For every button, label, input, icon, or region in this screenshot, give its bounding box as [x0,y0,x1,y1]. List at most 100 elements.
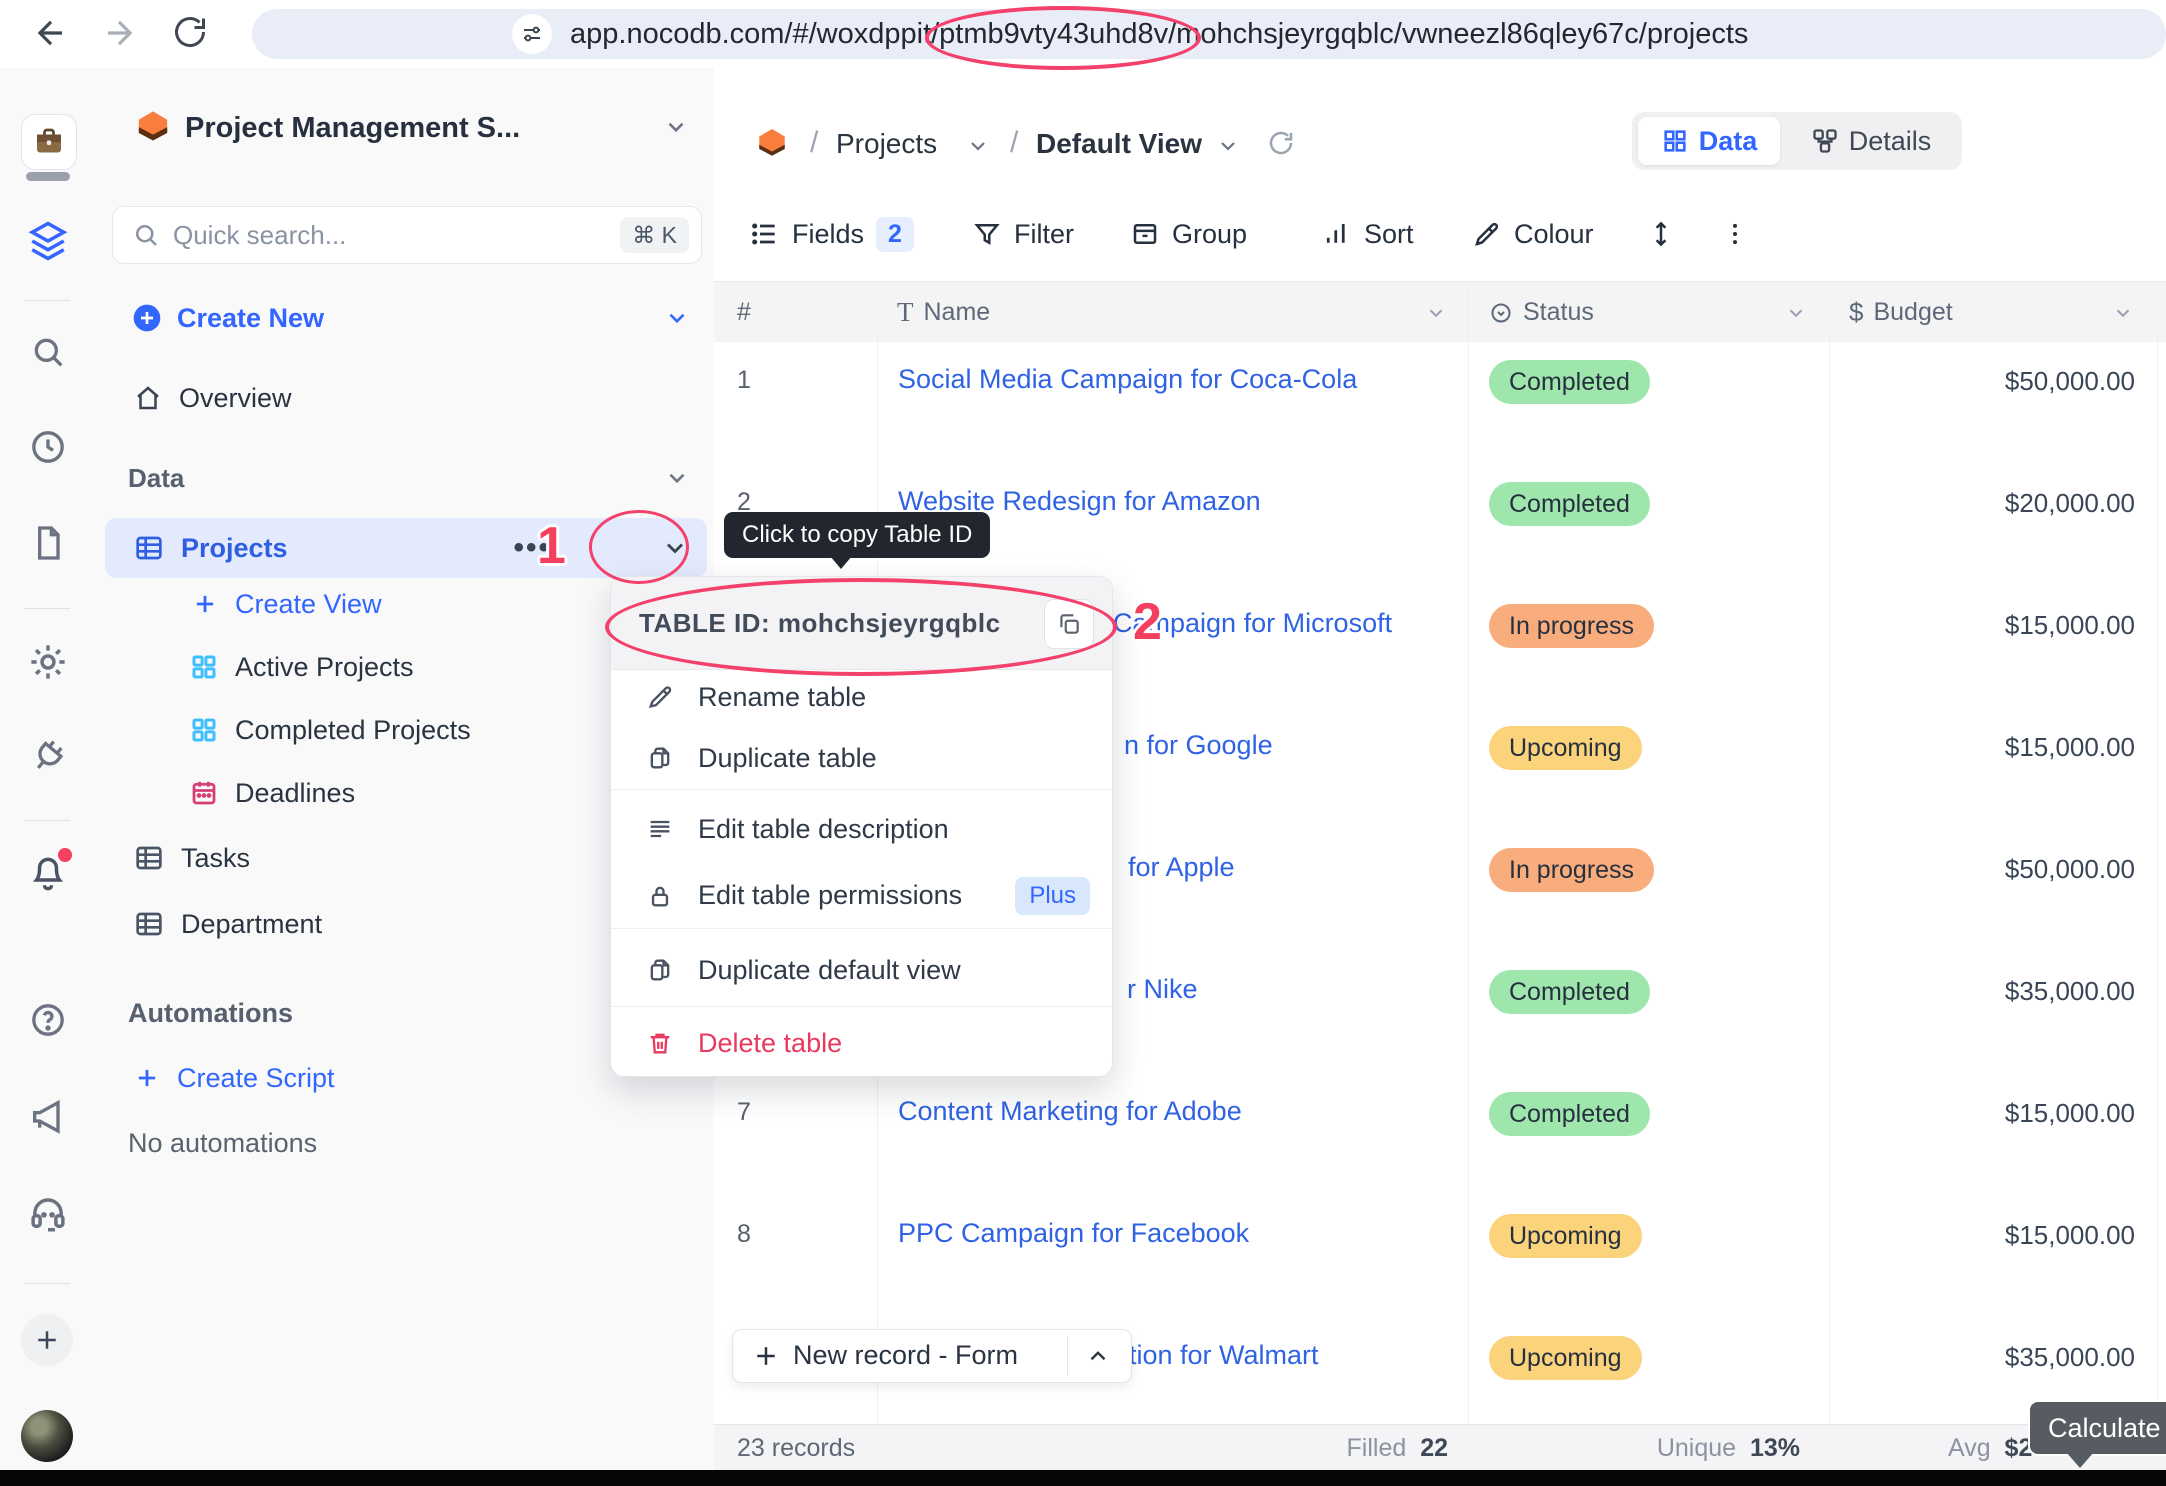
reload-icon[interactable] [172,14,208,50]
colour-button[interactable]: Colour [1472,187,1594,281]
no-automations-text: No automations [95,1115,714,1171]
fields-button[interactable]: Fields 2 [748,187,914,281]
calculate-tooltip-arrow [2066,1452,2094,1468]
view-toolbar: Fields 2 Filter Group Sort Colour [714,187,2166,282]
column-header-name[interactable]: T Name [897,282,1477,343]
cell-name[interactable]: Social Media Campaign for Coca-Cola [898,364,1357,395]
view-label: Deadlines [235,778,355,809]
cell-name[interactable]: tion for Walmart [1129,1340,1319,1371]
tab-data[interactable]: Data [1638,117,1780,165]
annotation-ellipse-table-id [605,578,1117,676]
button-divider [1067,1336,1068,1376]
currency-field-icon: $ [1849,297,1863,328]
docs-icon[interactable] [0,523,95,563]
status-badge[interactable]: Completed [1489,482,1650,526]
table-row[interactable]: 1 Social Media Campaign for Coca-Cola Comp… [714,342,2166,465]
workspace-title[interactable]: Project Management S... [185,112,520,145]
status-badge[interactable]: Completed [1489,970,1650,1014]
chevron-down-icon[interactable] [664,465,690,491]
recent-clock-icon[interactable] [0,427,95,467]
caret-up-icon[interactable] [1085,1343,1111,1369]
filled-stat[interactable]: Filled 22 [1347,1425,1448,1471]
cell-budget[interactable]: $50,000.00 [2005,854,2135,885]
status-badge[interactable]: In progress [1489,848,1654,892]
cell-name[interactable]: PPC Campaign for Facebook [898,1218,1249,1249]
cell-budget[interactable]: $20,000.00 [2005,488,2135,519]
all-bases-icon[interactable] [0,220,95,262]
row-height-icon [1646,219,1676,249]
cell-budget[interactable]: $35,000.00 [2005,976,2135,1007]
status-badge[interactable]: Upcoming [1489,1214,1642,1258]
status-badge[interactable]: Completed [1489,1092,1650,1136]
support-headset-icon[interactable] [0,1193,95,1235]
search-icon [131,220,161,250]
user-avatar[interactable] [21,1410,73,1462]
settings-gear-icon[interactable] [0,641,95,683]
integrations-plug-icon[interactable] [0,710,97,802]
cell-budget[interactable]: $15,000.00 [2005,1220,2135,1251]
chevron-down-icon[interactable] [1216,134,1240,158]
add-workspace-button[interactable] [21,1314,73,1366]
status-badge[interactable]: Upcoming [1489,726,1642,770]
toolbar-kebab-button[interactable] [1720,187,1750,281]
new-record-button[interactable]: New record - Form [732,1329,1132,1383]
menu-item-edit-table-permissions[interactable]: Edit table permissions Plus [611,863,1112,928]
gallery-grid-icon [189,715,219,745]
cell-name[interactable]: Content Marketing for Adobe [898,1096,1242,1127]
workspace-chevron-down-icon[interactable] [663,114,689,140]
quick-search-input[interactable]: Quick search... ⌘ K [112,206,702,264]
forward-icon[interactable] [100,14,138,52]
cell-name[interactable]: for Apple [1128,852,1235,883]
column-divider [2157,281,2158,1424]
group-label: Group [1172,219,1247,250]
back-icon[interactable] [32,14,70,52]
search-icon[interactable] [0,332,95,372]
tab-details[interactable]: Details [1786,117,1956,165]
data-section-header[interactable]: Data [95,450,714,506]
chevron-down-icon[interactable] [1425,302,1447,324]
group-button[interactable]: Group [1130,187,1247,281]
cell-budget[interactable]: $15,000.00 [2005,1098,2135,1129]
chevron-down-icon[interactable] [664,305,690,331]
table-row[interactable]: 8PPC Campaign for FacebookUpcoming$15,00… [714,1196,2166,1319]
cell-budget[interactable]: $15,000.00 [2005,610,2135,641]
chevron-down-icon[interactable] [2112,302,2134,324]
help-icon[interactable] [0,1000,95,1040]
breadcrumb-view[interactable]: Default View [1036,128,1202,160]
breadcrumb-table[interactable]: Projects [836,128,937,160]
cell-budget[interactable]: $15,000.00 [2005,732,2135,763]
cell-name[interactable]: n for Google [1124,730,1273,761]
status-badge[interactable]: Completed [1489,360,1650,404]
menu-item-duplicate-default-view[interactable]: Duplicate default view [611,934,1112,1006]
url-bar[interactable]: app.nocodb.com/#/woxdppit/ptmb9vty43uhd8… [252,9,2166,59]
status-badge[interactable]: In progress [1489,604,1654,648]
column-header-budget[interactable]: $ Budget [1849,282,2164,343]
menu-item-duplicate-table[interactable]: Duplicate table [611,727,1112,789]
avg-stat[interactable]: Avg $2 [1948,1425,2032,1471]
row-height-button[interactable] [1646,187,1676,281]
unique-stat[interactable]: Unique 13% [1657,1425,1800,1471]
sort-button[interactable]: Sort [1322,187,1414,281]
chevron-down-icon[interactable] [966,134,990,158]
annotation-step-1: 1 [537,516,566,576]
menu-item-delete-table[interactable]: Delete table [611,1012,1112,1074]
cell-budget[interactable]: $50,000.00 [2005,366,2135,397]
filter-button[interactable]: Filter [972,187,1074,281]
site-info-icon[interactable] [512,14,552,54]
annotation-url-ellipse [925,6,1201,70]
menu-item-edit-table-description[interactable]: Edit table description [611,795,1112,863]
cell-name[interactable]: r Nike [1127,974,1198,1005]
table-row[interactable]: 7Content Marketing for AdobeCompleted$15… [714,1074,2166,1197]
chevron-down-icon[interactable] [1785,302,1807,324]
sidebar-item-overview[interactable]: Overview [95,370,714,426]
cell-budget[interactable]: $35,000.00 [2005,1342,2135,1373]
row-number: 1 [737,366,751,395]
column-header-status[interactable]: Status [1489,282,1839,343]
breadcrumb-slash: / [1010,126,1018,160]
create-new-button[interactable]: Create New [95,290,714,346]
announcements-megaphone-icon[interactable] [0,1096,95,1136]
status-badge[interactable]: Upcoming [1489,1336,1642,1380]
workspace-icon[interactable] [21,114,77,170]
notifications-bell-icon[interactable] [0,852,95,894]
refresh-icon[interactable] [1266,128,1296,158]
